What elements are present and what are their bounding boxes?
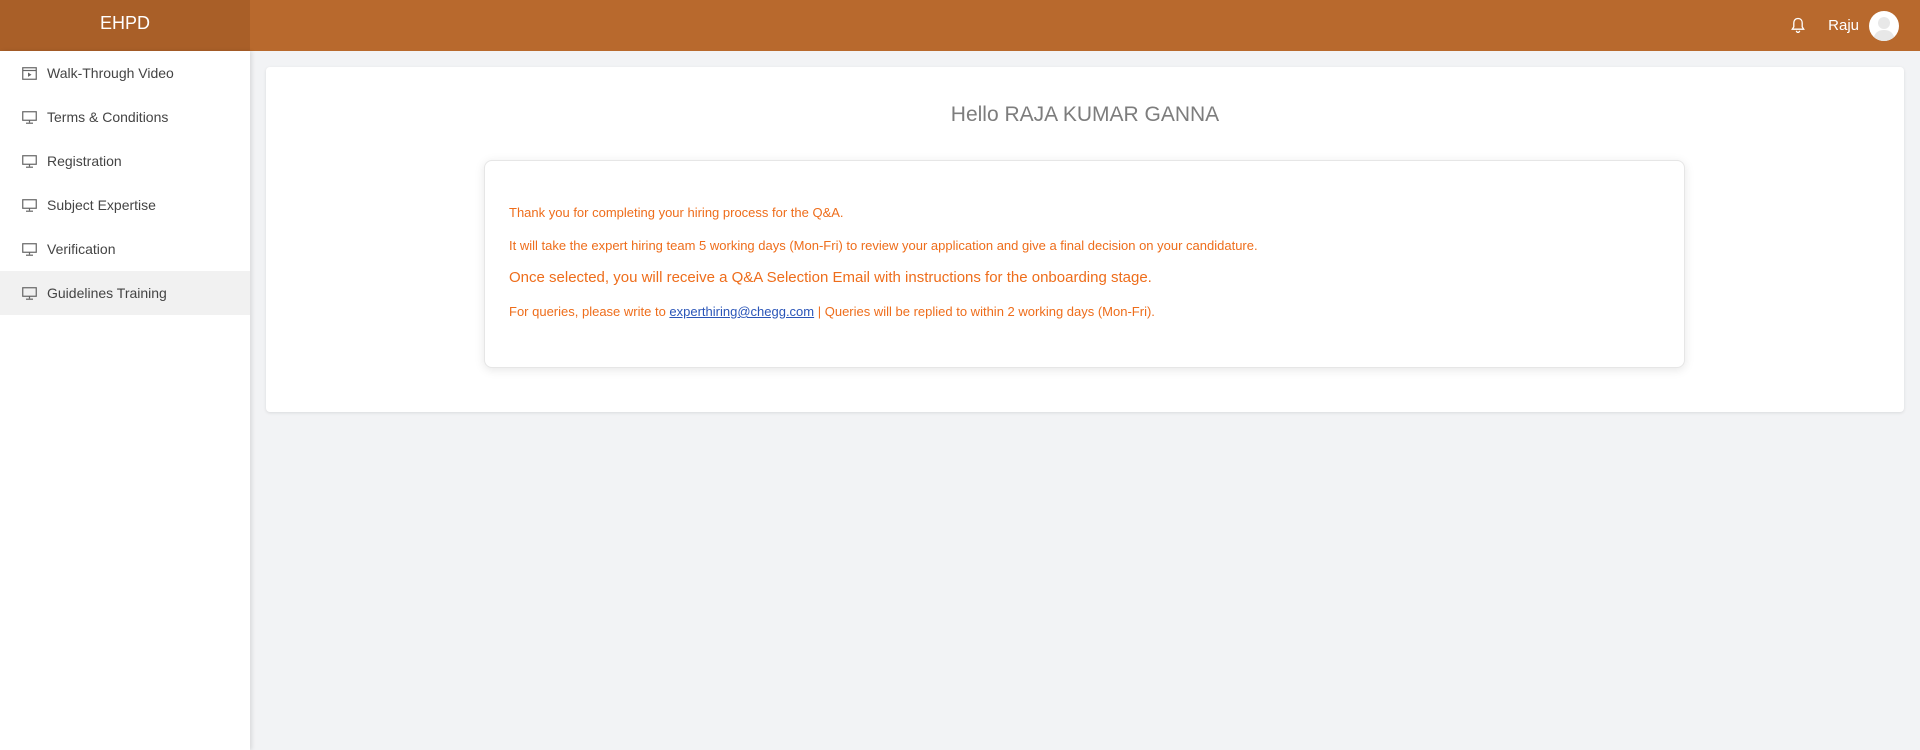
bell-icon[interactable] — [1786, 14, 1810, 38]
brand-logo[interactable]: EHPD — [0, 0, 250, 51]
monitor-icon — [22, 110, 37, 124]
sidebar-item-terms-conditions[interactable]: Terms & Conditions — [0, 95, 250, 139]
sidebar-item-label: Guidelines Training — [47, 285, 167, 301]
queries-message: For queries, please write to experthirin… — [509, 304, 1155, 319]
sidebar-item-label: Terms & Conditions — [47, 109, 169, 125]
contact-email-link[interactable]: experthiring@chegg.com — [669, 304, 814, 319]
queries-prefix: For queries, please write to — [509, 304, 670, 319]
sidebar-item-registration[interactable]: Registration — [0, 139, 250, 183]
selection-email-message: Once selected, you will receive a Q&A Se… — [509, 269, 1152, 286]
review-timeline-message: It will take the expert hiring team 5 wo… — [509, 238, 1258, 253]
page-title: Hello RAJA KUMAR GANNA — [950, 103, 1220, 126]
monitor-icon — [22, 242, 37, 256]
user-menu: Raju — [1786, 0, 1899, 51]
sidebar-item-label: Subject Expertise — [47, 197, 156, 213]
sidebar-item-subject-expertise[interactable]: Subject Expertise — [0, 183, 250, 227]
main-content-card: Hello RAJA KUMAR GANNA Thank you for com… — [266, 67, 1904, 412]
user-avatar[interactable] — [1869, 10, 1899, 41]
sidebar-item-verification[interactable]: Verification — [0, 227, 250, 271]
thank-you-message: Thank you for completing your hiring pro… — [509, 205, 844, 220]
monitor-icon — [22, 154, 37, 168]
username-label[interactable]: Raju — [1828, 17, 1859, 34]
top-navigation-bar: EHPD Raju — [0, 0, 1920, 51]
monitor-icon — [22, 286, 37, 300]
status-message-box: Thank you for completing your hiring pro… — [484, 160, 1685, 368]
sidebar-item-label: Walk-Through Video — [47, 65, 174, 81]
sidebar: Walk-Through Video Terms & Conditions Re… — [0, 51, 250, 750]
sidebar-item-guidelines-training[interactable]: Guidelines Training — [0, 271, 250, 315]
monitor-icon — [22, 198, 37, 212]
sidebar-item-label: Registration — [47, 153, 122, 169]
video-icon — [22, 66, 37, 80]
sidebar-item-walk-through-video[interactable]: Walk-Through Video — [0, 51, 250, 95]
sidebar-item-label: Verification — [47, 241, 116, 257]
queries-suffix: | Queries will be replied to within 2 wo… — [814, 304, 1155, 319]
